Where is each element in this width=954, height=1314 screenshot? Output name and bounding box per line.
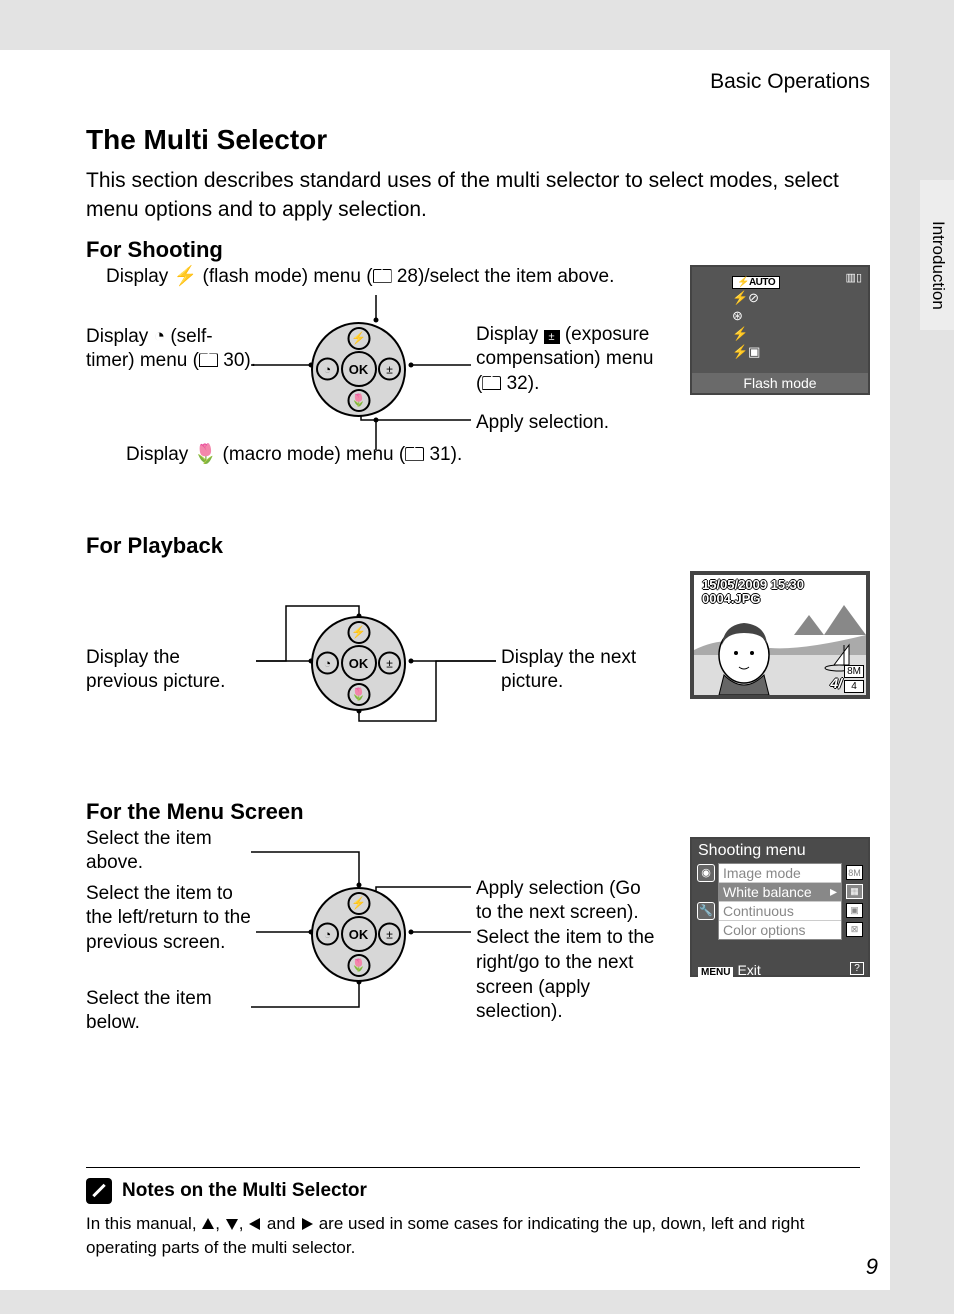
menu-thumb-title: Shooting menu — [692, 839, 868, 863]
playback-thumbnail: 15/05/2009 15:300004.JPG 4/ 8M 4 — [690, 571, 870, 699]
dial-right: ± — [378, 652, 401, 675]
pencil-icon — [86, 1178, 112, 1204]
dial-right: ± — [378, 358, 401, 381]
notes-text: In this manual, , , and are used in some… — [86, 1212, 860, 1260]
page-ref-icon — [199, 350, 218, 371]
triangle-up-icon — [201, 1217, 215, 1231]
play-label-left: Display the previous picture. — [86, 646, 256, 695]
dial-up: ⚡ — [347, 621, 370, 644]
flash-option: ⚡▣ — [732, 343, 780, 361]
macro-icon: 🌷 — [194, 444, 218, 465]
menu-badge: ⊠ — [846, 922, 863, 937]
menu-row: ◉ Image mode 8M — [719, 864, 841, 883]
flash-option: ⊛ — [732, 307, 780, 325]
page-ref-icon — [405, 444, 424, 465]
dial-left: ◔ — [316, 652, 339, 675]
dial-right: ± — [378, 923, 401, 946]
multi-selector-dial: ⚡ 🌷 ◔ ± OK — [311, 616, 406, 711]
intro-text: This section describes standard uses of … — [86, 166, 890, 225]
menu-row-selected: White balance ▸ ▦ — [719, 883, 841, 902]
play-badge: 8M — [844, 665, 864, 678]
menu-label-below: Select the item below. — [86, 987, 256, 1036]
wrench-icon: 🔧 — [697, 902, 715, 920]
dial-ok: OK — [341, 645, 377, 681]
flash-option: ⚡ — [732, 325, 780, 343]
shoot-label-top: Display ⚡ (flash mode) menu ( 28)/select… — [106, 265, 666, 290]
page-ref-icon — [373, 266, 392, 287]
dial-down: 🌷 — [347, 954, 370, 977]
menu-section: Select the item above. Select the item t… — [86, 827, 890, 1057]
multi-selector-dial: ⚡ 🌷 ◔ ± OK — [311, 887, 406, 982]
dial-down: 🌷 — [347, 683, 370, 706]
dial-left: ◔ — [316, 358, 339, 381]
menu-badge: ▣ — [846, 903, 863, 918]
dial-left: ◔ — [316, 923, 339, 946]
menu-label-apply-right: Apply selection (Go to the next screen).… — [476, 877, 656, 1025]
flash-option: ⚡⊘ — [732, 289, 780, 307]
flash-caption: Flash mode — [692, 373, 868, 393]
menu-heading: For the Menu Screen — [86, 799, 890, 825]
dial-ok: OK — [341, 916, 377, 952]
playback-counter: 4/ — [830, 675, 842, 691]
dial-up: ⚡ — [347, 892, 370, 915]
menu-badge: ▦ — [846, 884, 863, 899]
dial-down: 🌷 — [347, 389, 370, 412]
notes-title: Notes on the Multi Selector — [122, 1180, 367, 1202]
camera-icon: ◉ — [697, 864, 715, 882]
playback-date: 15/05/2009 15:300004.JPG — [702, 578, 804, 607]
multi-selector-dial: ⚡ 🌷 ◔ ± OK — [311, 322, 406, 417]
flash-mode-thumbnail: ⚡AUTO ⚡⊘ ⊛ ⚡ ⚡▣ Flash mode ▥▯ — [690, 265, 870, 395]
dial-ok: OK — [341, 351, 377, 387]
menu-exit: MENUExit ? — [692, 958, 868, 982]
menu-button-label: MENU — [698, 967, 733, 978]
page-title: The Multi Selector — [86, 124, 890, 156]
self-timer-icon: ◔ — [154, 326, 165, 347]
triangle-left-icon — [248, 1217, 262, 1231]
shoot-label-right: Display ± (exposure compensation) menu (… — [476, 323, 656, 397]
page: Basic Operations The Multi Selector This… — [0, 50, 890, 1290]
battery-icon: ▥▯ — [846, 271, 862, 284]
shoot-label-left: Display ◔ (self-timer) menu ( 30). — [86, 325, 256, 374]
running-head: Basic Operations — [86, 70, 890, 94]
menu-thumbnail: Shooting menu ◉ Image mode 8M White bala… — [690, 837, 870, 977]
shooting-heading: For Shooting — [86, 237, 890, 263]
exposure-icon: ± — [544, 330, 560, 344]
triangle-right-icon — [300, 1217, 314, 1231]
shoot-label-apply: Apply selection. — [476, 411, 609, 436]
shoot-label-bottom: Display 🌷 (macro mode) menu ( 31). — [126, 443, 626, 468]
page-ref-icon — [482, 373, 501, 394]
page-number: 9 — [866, 1254, 878, 1280]
side-tab: Introduction — [920, 180, 954, 330]
play-label-right: Display the next picture. — [501, 646, 671, 695]
flash-auto-badge: ⚡AUTO — [732, 276, 780, 289]
menu-row: Color options ⊠ — [719, 921, 841, 939]
menu-row: 🔧 Continuous ▣ — [719, 902, 841, 921]
playback-section: Display the previous picture. Display th… — [86, 561, 890, 791]
notes-section: Notes on the Multi Selector In this manu… — [86, 1167, 860, 1260]
menu-label-left: Select the item to the left/return to th… — [86, 882, 256, 956]
menu-badge: 8M — [846, 865, 863, 880]
dial-up: ⚡ — [347, 327, 370, 350]
triangle-down-icon — [225, 1217, 239, 1231]
menu-label-above: Select the item above. — [86, 827, 256, 876]
playback-heading: For Playback — [86, 533, 890, 559]
help-icon: ? — [850, 962, 864, 975]
play-badge: 4 — [844, 680, 864, 693]
flash-icon: ⚡ — [174, 266, 198, 287]
shooting-section: Display ⚡ (flash mode) menu ( 28)/select… — [86, 265, 890, 525]
